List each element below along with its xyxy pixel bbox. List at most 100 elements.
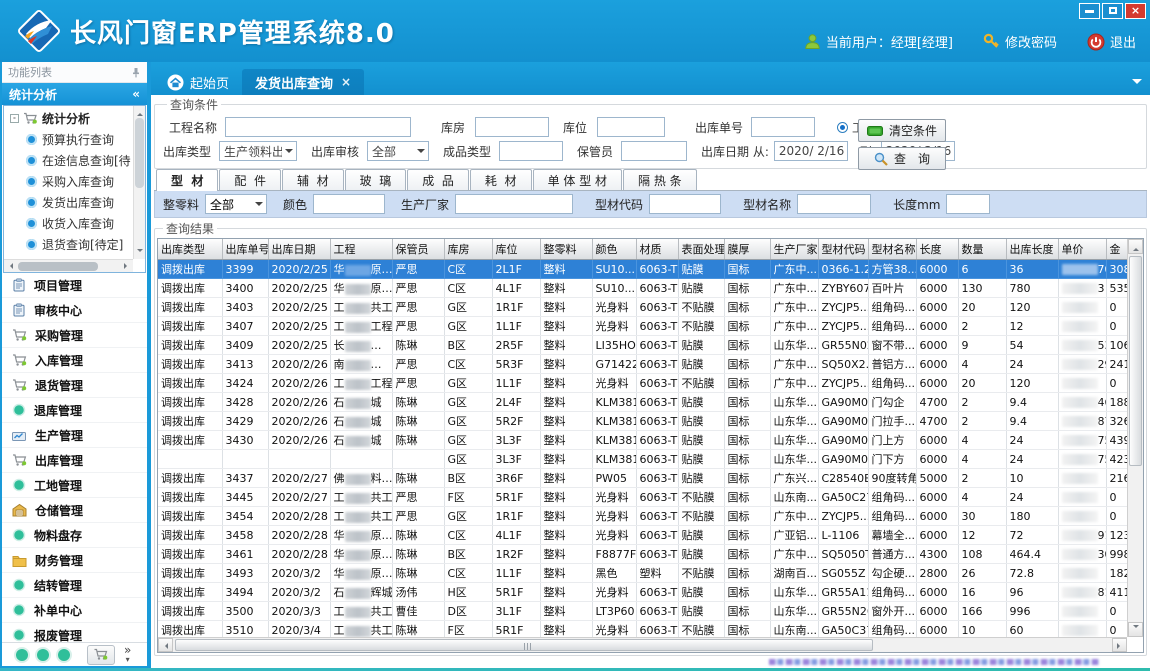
table-row-18[interactable]: 调拨出库35002020/3/3工共工程曹佳D区3L1F整料LT3P606063…	[158, 602, 1127, 621]
column-header-15[interactable]: 长度	[916, 239, 958, 260]
table-row-9[interactable]: 调拨出库34302020/2/26石城陈琳G区3L3F整料KLM38176063…	[158, 431, 1127, 450]
column-header-16[interactable]: 数量	[958, 239, 1006, 260]
column-header-7[interactable]: 整零料	[540, 239, 592, 260]
table-row-8[interactable]: 调拨出库34292020/2/26石城陈琳G区5R2F整料KLM38176063…	[158, 412, 1127, 431]
change-password-button[interactable]: 修改密码	[983, 32, 1057, 51]
sidebar-item-10[interactable]: 物料盘存	[2, 523, 147, 548]
table-row-19[interactable]: 调拨出库35102020/3/4工共工程陈琳F区5R1F整料光身料6063-T5…	[158, 621, 1127, 638]
vertical-scroll-thumb[interactable]	[1129, 256, 1142, 466]
tree-horizontal-scrollbar[interactable]	[4, 259, 133, 272]
tab-close-icon[interactable]: ×	[341, 75, 351, 89]
warehouse-input[interactable]	[475, 117, 549, 137]
sidebar-item-3[interactable]: 入库管理	[2, 348, 147, 373]
column-header-1[interactable]: 出库单号	[222, 239, 268, 260]
table-row-7[interactable]: 调拨出库34282020/2/26石城陈琳G区2L4F整料KLM38176063…	[158, 393, 1127, 412]
horizontal-scroll-thumb[interactable]	[175, 639, 873, 651]
table-row-13[interactable]: 调拨出库34542020/2/28工共工程严思G区1R1F整料光身料6063-T…	[158, 507, 1127, 526]
whole-piece-select[interactable]: 全部	[205, 194, 267, 214]
maximize-button[interactable]	[1102, 3, 1123, 19]
column-header-3[interactable]: 工程	[330, 239, 392, 260]
material-tab-0[interactable]: 型 材	[156, 169, 218, 191]
date-from-picker[interactable]: 2020/ 2/16	[774, 141, 848, 161]
table-row-17[interactable]: 调拨出库34942020/3/2石辉城汤伟H区5R1F整料光身料6063-T5贴…	[158, 583, 1127, 602]
table-row-14[interactable]: 调拨出库34582020/2/28华原…陈琳C区4L1F整料光身料6063-T5…	[158, 526, 1127, 545]
tab-overflow-icon[interactable]	[1132, 79, 1142, 89]
sidebar-item-11[interactable]: 财务管理	[2, 548, 147, 573]
location-input[interactable]	[597, 117, 665, 137]
material-tab-3[interactable]: 玻 璃	[345, 169, 407, 190]
tree-item-4[interactable]: 收货入库查询	[4, 213, 133, 234]
factory-input[interactable]	[455, 194, 573, 214]
column-header-11[interactable]: 膜厚	[724, 239, 770, 260]
column-header-9[interactable]: 材质	[636, 239, 678, 260]
column-header-14[interactable]: 型材名称	[868, 239, 916, 260]
table-row-4[interactable]: 调拨出库34092020/2/25长…陈琳B区2R5F整料LI35HO6063-…	[158, 336, 1127, 355]
keeper-input[interactable]	[621, 141, 687, 161]
table-row-1[interactable]: 调拨出库34002020/2/25华原…严思C区4L1F整料SU10...606…	[158, 279, 1127, 298]
tab-1[interactable]: 发货出库查询×	[242, 69, 364, 95]
material-tab-6[interactable]: 单 体 型 材	[533, 169, 622, 190]
tab-0[interactable]: 起始页	[154, 69, 242, 95]
column-header-17[interactable]: 出库长度	[1006, 239, 1058, 260]
footer-overflow-button[interactable]: »▾	[124, 646, 131, 664]
material-tab-4[interactable]: 成 品	[407, 169, 469, 190]
column-header-0[interactable]: 出库类型	[158, 239, 222, 260]
sidebar-section-header[interactable]: 统计分析 «	[2, 83, 147, 105]
footer-dot-icon[interactable]	[16, 649, 28, 661]
product-type-input[interactable]	[499, 141, 563, 161]
sidebar-item-0[interactable]: 项目管理	[2, 273, 147, 298]
sidebar-item-6[interactable]: 生产管理	[2, 423, 147, 448]
table-row-15[interactable]: 调拨出库34612020/2/28华原…陈琳B区1R2F整料F8877FT606…	[158, 545, 1127, 564]
project-name-input[interactable]	[225, 117, 411, 137]
material-tab-2[interactable]: 辅 材	[282, 169, 344, 190]
sidebar-item-2[interactable]: 采购管理	[2, 323, 147, 348]
pin-icon[interactable]	[131, 67, 141, 78]
tree-expander-icon[interactable]: -	[10, 114, 19, 123]
material-tab-5[interactable]: 耗 材	[470, 169, 532, 190]
column-header-5[interactable]: 库房	[444, 239, 492, 260]
sidebar-item-14[interactable]: 报废管理	[2, 623, 147, 642]
table-row-3[interactable]: 调拨出库34072020/2/25工工程严思G区1L1F整料光身料6063-T5…	[158, 317, 1127, 336]
order-no-input[interactable]	[751, 117, 815, 137]
table-row-2[interactable]: 调拨出库34032020/2/25工共工程严思G区1R1F整料光身料6063-T…	[158, 298, 1127, 317]
column-header-8[interactable]: 颜色	[592, 239, 636, 260]
table-row-12[interactable]: 调拨出库34452020/2/27工共工程严思F区5R1F整料光身料6063-T…	[158, 488, 1127, 507]
column-header-12[interactable]: 生产厂家	[770, 239, 818, 260]
sidebar-item-12[interactable]: 结转管理	[2, 573, 147, 598]
column-header-4[interactable]: 保管员	[392, 239, 444, 260]
profile-name-input[interactable]	[797, 194, 871, 214]
tree-item-0[interactable]: 预算执行查询	[4, 129, 133, 150]
search-button[interactable]: 查 询	[858, 147, 946, 170]
table-row-0[interactable]: 调拨出库33992020/2/25华原…严思C区2L1F整料SU10...606…	[158, 260, 1127, 279]
profile-code-input[interactable]	[649, 194, 721, 214]
close-button[interactable]: ×	[1125, 3, 1146, 19]
grid-horizontal-scrollbar[interactable]	[158, 637, 1127, 652]
logout-button[interactable]: 退出	[1087, 32, 1136, 51]
column-header-6[interactable]: 库位	[492, 239, 540, 260]
column-header-10[interactable]: 表面处理	[678, 239, 724, 260]
color-input[interactable]	[313, 194, 385, 214]
sidebar-item-13[interactable]: 补单中心	[2, 598, 147, 623]
footer-cart-button[interactable]	[87, 645, 115, 665]
outbound-type-select[interactable]: 生产领料出库	[219, 141, 297, 161]
audit-select[interactable]: 全部	[367, 141, 429, 161]
length-input[interactable]	[946, 194, 990, 214]
column-header-18[interactable]: 单价	[1058, 239, 1106, 260]
sidebar-item-7[interactable]: 出库管理	[2, 448, 147, 473]
tree-item-3[interactable]: 发货出库查询	[4, 192, 133, 213]
tree-item-2[interactable]: 采购入库查询	[4, 171, 133, 192]
grid-vertical-scrollbar[interactable]	[1127, 239, 1143, 637]
footer-dot-icon[interactable]	[58, 649, 70, 661]
column-header-19[interactable]: 金	[1106, 239, 1127, 260]
tree-root[interactable]: - 统计分析	[4, 106, 133, 129]
sidebar-item-1[interactable]: 审核中心	[2, 298, 147, 323]
sidebar-item-8[interactable]: 工地管理	[2, 473, 147, 498]
tree-vertical-scrollbar[interactable]	[133, 106, 145, 259]
table-row-16[interactable]: 调拨出库34932020/3/2华原…陈琳C区1L1F整料黑色塑料不贴膜国标湖南…	[158, 564, 1127, 583]
material-tab-7[interactable]: 隔 热 条	[623, 169, 697, 190]
table-row-11[interactable]: 调拨出库34372020/2/27佛料…陈琳B区3R6F整料PW056063-T…	[158, 469, 1127, 488]
column-header-13[interactable]: 型材代码	[818, 239, 868, 260]
sidebar-item-4[interactable]: 退货管理	[2, 373, 147, 398]
clear-conditions-button[interactable]: 清空条件	[858, 119, 946, 142]
table-row-10[interactable]: G区3L3F整料KLM38176063-T5贴膜国标山东华...GA90M09.…	[158, 450, 1127, 469]
